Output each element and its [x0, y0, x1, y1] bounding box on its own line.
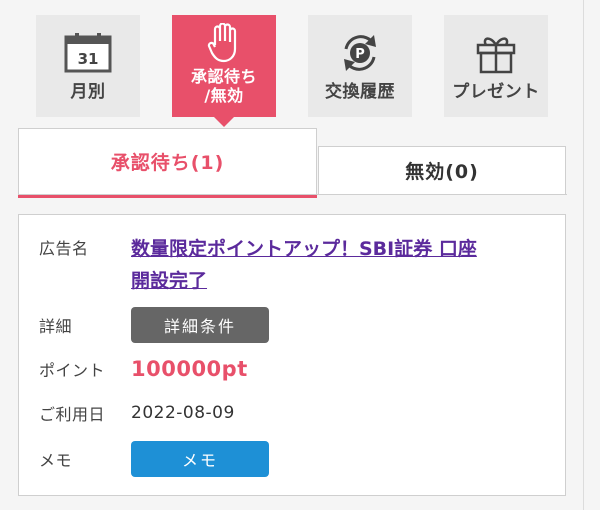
- point-exchange-icon: P: [338, 30, 382, 76]
- ad-title-link[interactable]: 数量限定ポイントアップ！SBI証券 口座 開設完了: [131, 233, 551, 297]
- nav-present[interactable]: プレゼント: [444, 15, 548, 117]
- calendar-day: 31: [78, 50, 99, 68]
- memo-label: メモ: [39, 451, 73, 470]
- ad-name-label: 広告名: [39, 239, 89, 258]
- ad-title-line2: 開設完了: [131, 270, 208, 292]
- detail-conditions-button[interactable]: 詳細条件: [131, 307, 269, 343]
- nav-monthly[interactable]: 31 月別: [36, 15, 140, 117]
- nav-pending-invalid[interactable]: 承認待ち /無効: [172, 15, 276, 127]
- detail-label: 詳細: [39, 317, 73, 336]
- tabs-divider: [18, 194, 567, 195]
- svg-text:P: P: [355, 47, 365, 62]
- nav-monthly-label: 月別: [70, 82, 106, 102]
- status-tabs: 承認待ち(1) 無効(0): [0, 128, 584, 198]
- nav-present-label: プレゼント: [452, 82, 540, 102]
- tab-invalid[interactable]: 無効(0): [318, 146, 566, 194]
- nav-exchange-history[interactable]: P 交換履歴: [308, 15, 412, 117]
- points-value: 100000pt: [131, 357, 248, 381]
- gift-icon: [474, 30, 518, 76]
- record-card: 広告名 数量限定ポイントアップ！SBI証券 口座 開設完了 詳細 詳細条件 ポイ…: [18, 214, 566, 496]
- calendar-icon: 31: [64, 30, 112, 76]
- app-frame: 31 月別 承認待ち /無効 P 交換履歴 プレゼント 承認待ち(1) 無効(0…: [0, 0, 584, 510]
- ad-title-line1: 数量限定ポイントアップ！SBI証券 口座: [131, 238, 477, 260]
- usage-date-label: ご利用日: [39, 405, 106, 424]
- raised-hand-icon: [207, 23, 241, 63]
- usage-date-value: 2022-08-09: [131, 403, 235, 423]
- points-label: ポイント: [39, 361, 106, 380]
- tab-pending[interactable]: 承認待ち(1): [18, 128, 317, 198]
- nav-exchange-history-label: 交換履歴: [325, 82, 395, 102]
- category-nav: 31 月別 承認待ち /無効 P 交換履歴 プレゼント: [0, 0, 584, 128]
- nav-pending-invalid-label: 承認待ち /無効: [190, 67, 257, 105]
- memo-button[interactable]: メモ: [131, 441, 269, 477]
